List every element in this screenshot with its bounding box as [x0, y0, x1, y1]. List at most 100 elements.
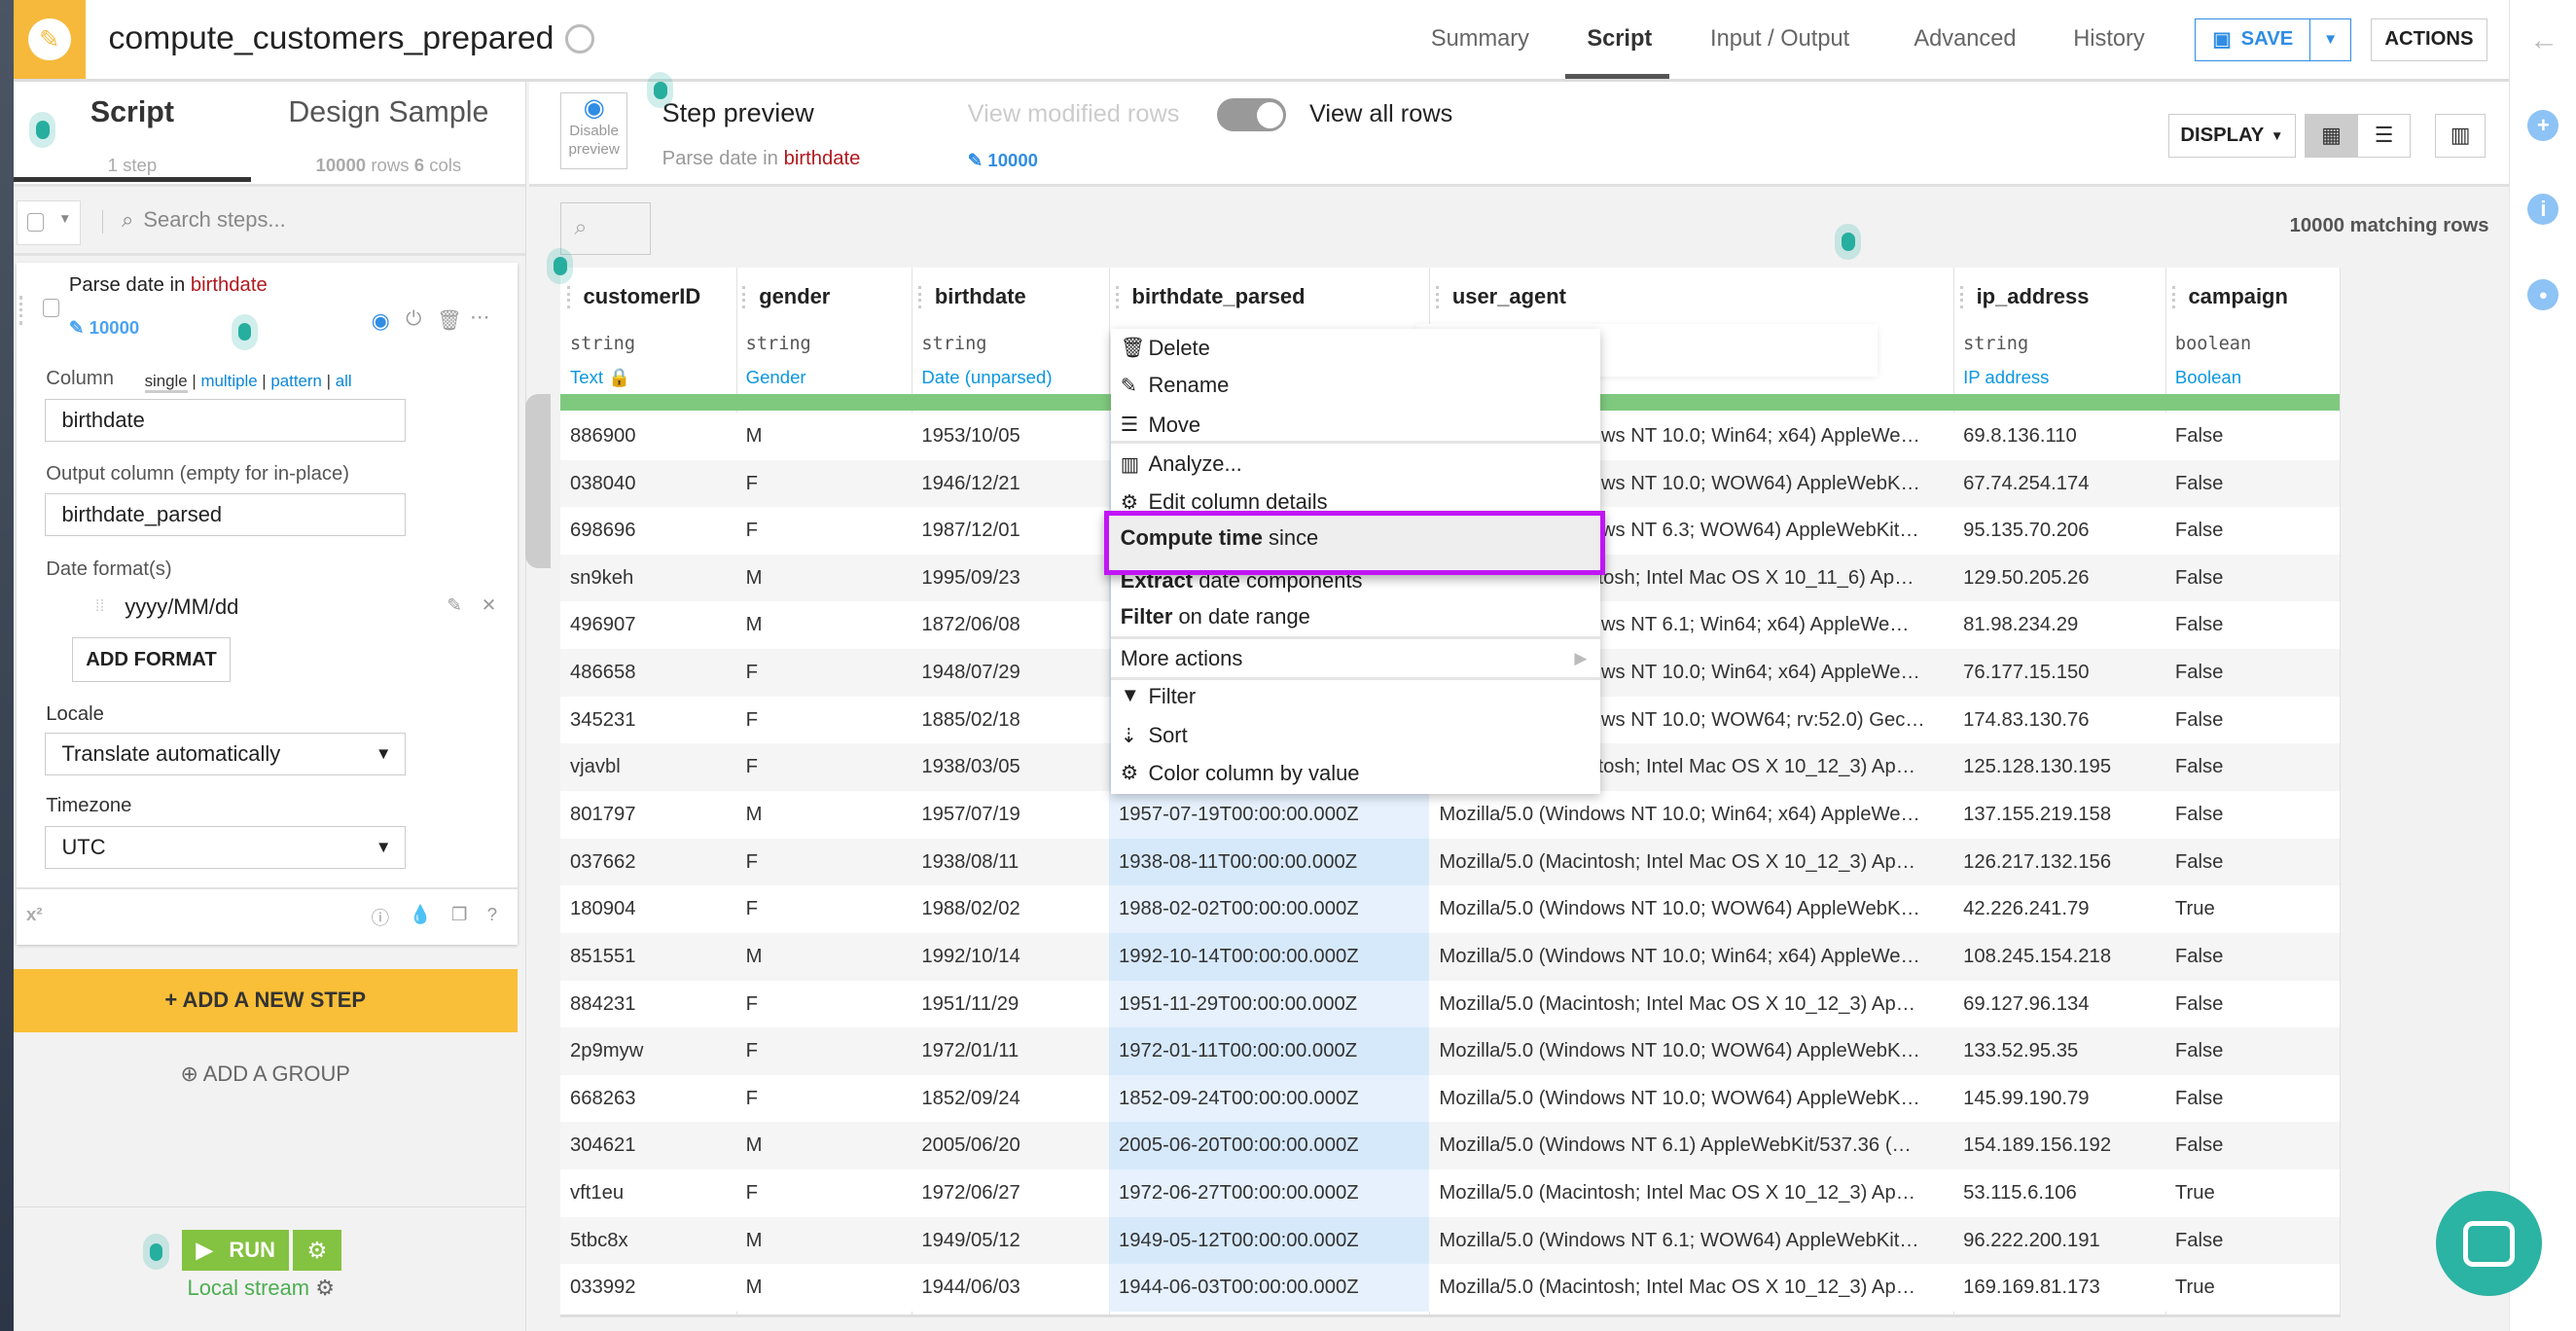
menu-item[interactable]: ✎ Rename	[1121, 373, 1230, 398]
drop-icon[interactable]: 💧	[409, 904, 431, 930]
tab-input-output[interactable]: Input / Output	[1710, 26, 1849, 53]
table-cell[interactable]: False	[2165, 412, 2340, 460]
select-all-checkbox[interactable]: ▼	[16, 200, 82, 245]
table-cell[interactable]: Mozilla/5.0 (Macintosh; Intel Mac OS X 1…	[1429, 838, 1953, 886]
table-cell[interactable]: F	[735, 980, 912, 1028]
table-cell[interactable]: 129.50.205.26	[1952, 554, 2165, 602]
table-cell[interactable]: 133.52.95.35	[1952, 1027, 2165, 1076]
table-cell[interactable]: M	[735, 412, 912, 460]
table-cell[interactable]: 1944-06-03T00:00:00.000Z	[1108, 1264, 1430, 1313]
mode-single[interactable]: single	[144, 371, 188, 393]
menu-item[interactable]: ⚙ Color column by value	[1121, 761, 1360, 786]
table-cell[interactable]: 698696	[559, 507, 736, 556]
table-cell[interactable]: 180904	[559, 885, 736, 934]
table-cell[interactable]: M	[735, 932, 912, 981]
table-cell[interactable]: False	[2165, 1216, 2340, 1265]
menu-item[interactable]: ▥ Analyze...	[1121, 451, 1242, 477]
table-cell[interactable]: 1852-09-24T00:00:00.000Z	[1108, 1074, 1430, 1123]
table-cell[interactable]: 137.155.219.158	[1952, 790, 2165, 839]
table-cell[interactable]: 1872/06/08	[912, 601, 1109, 650]
table-cell[interactable]: F	[735, 649, 912, 698]
info-icon[interactable]: ⓘ	[372, 904, 390, 930]
column-gender[interactable]: gender string Gender MFFMMFFFMFFMFFFMFMM	[735, 268, 913, 1315]
table-cell[interactable]: vft1eu	[559, 1169, 736, 1218]
add-format-button[interactable]: ADD FORMAT	[72, 637, 231, 683]
table-cell[interactable]: 154.189.156.192	[1952, 1122, 2165, 1170]
drag-handle[interactable]	[19, 295, 27, 326]
menu-item[interactable]: More actions ▶	[1121, 646, 1588, 671]
table-cell[interactable]: Mozilla/5.0 (Macintosh; Intel Mac OS X 1…	[1429, 1169, 1953, 1218]
engine-link[interactable]: Local stream ⚙	[188, 1276, 335, 1301]
table-cell[interactable]: 496907	[559, 601, 736, 650]
column-storage-type[interactable]: boolean	[2175, 334, 2251, 354]
menu-item[interactable]: 🗑 Delete	[1121, 336, 1210, 361]
step-card[interactable]: Parse date in birthdate ✎ 10000 ◉ ⏻ 🗑 ⋯ …	[16, 263, 518, 946]
table-cell[interactable]: 69.127.96.134	[1952, 980, 2165, 1028]
table-view-button[interactable]: ▦	[2305, 113, 2358, 159]
table-cell[interactable]: 033992	[559, 1264, 736, 1313]
column-header-name[interactable]: customerID	[584, 284, 701, 309]
table-cell[interactable]: sn9keh	[559, 554, 736, 602]
table-cell[interactable]: Mozilla/5.0 (Windows NT 10.0; WOW64) App…	[1429, 1027, 1953, 1076]
plus-circle-icon[interactable]: +	[2527, 110, 2559, 142]
table-cell[interactable]: 1951/11/29	[912, 980, 1109, 1028]
tab-summary[interactable]: Summary	[1431, 26, 1529, 53]
column-ip_address[interactable]: ip_address string IP address 69.8.136.11…	[1952, 268, 2166, 1315]
column-meaning[interactable]: Boolean	[2175, 367, 2241, 388]
table-cell[interactable]: 1949-05-12T00:00:00.000Z	[1108, 1216, 1430, 1265]
panel-resize-handle[interactable]	[525, 394, 551, 569]
chart-view-button[interactable]: ▥	[2434, 113, 2487, 159]
compass-icon[interactable]	[564, 24, 594, 54]
tab-advanced[interactable]: Advanced	[1914, 26, 2016, 53]
run-button[interactable]: ▶ RUN	[182, 1230, 290, 1272]
power-icon[interactable]: ⏻	[406, 308, 421, 331]
tab-script[interactable]: Script	[1587, 26, 1652, 53]
table-cell[interactable]: Mozilla/5.0 (Windows NT 10.0; Win64; x64…	[1429, 790, 1953, 839]
table-cell[interactable]: 67.74.254.174	[1952, 459, 2165, 508]
table-cell[interactable]: 1987/12/01	[912, 507, 1109, 556]
add-group-button[interactable]: ⊕ ADD A GROUP	[14, 1061, 518, 1087]
menu-item[interactable]: Filter on date range	[1121, 604, 1310, 630]
table-cell[interactable]: 1972-01-11T00:00:00.000Z	[1108, 1027, 1430, 1076]
column-birthdate[interactable]: birthdate string Date (unparsed) 1953/10…	[912, 268, 1110, 1315]
table-cell[interactable]: False	[2165, 554, 2340, 602]
table-cell[interactable]: 2005-06-20T00:00:00.000Z	[1108, 1122, 1430, 1170]
add-step-button[interactable]: + ADD A NEW STEP	[13, 969, 518, 1032]
table-cell[interactable]: False	[2165, 507, 2340, 556]
view-all-rows-label[interactable]: View all rows	[1309, 100, 1452, 128]
column-storage-type[interactable]: string	[570, 334, 635, 354]
view-modified-rows-label[interactable]: View modified rows	[968, 100, 1180, 128]
table-cell[interactable]: F	[735, 1027, 912, 1076]
table-cell[interactable]: F	[735, 743, 912, 792]
table-cell[interactable]: Mozilla/5.0 (Windows NT 10.0; WOW64) App…	[1429, 885, 1953, 934]
table-cell[interactable]: 1938-08-11T00:00:00.000Z	[1108, 838, 1430, 886]
table-cell[interactable]: 668263	[559, 1074, 736, 1123]
more-icon[interactable]: ⋯	[470, 306, 489, 330]
table-cell[interactable]: F	[735, 1169, 912, 1218]
table-cell[interactable]: 1938/08/11	[912, 838, 1109, 886]
table-cell[interactable]: 126.217.132.156	[1952, 838, 2165, 886]
table-cell[interactable]: False	[2165, 1122, 2340, 1170]
eye-icon[interactable]: ◉	[372, 308, 390, 334]
intercom-chat-button[interactable]	[2436, 1191, 2542, 1297]
table-cell[interactable]: 174.83.130.76	[1952, 696, 2165, 744]
table-cell[interactable]: Mozilla/5.0 (Windows NT 6.1) AppleWebKit…	[1429, 1122, 1953, 1170]
mode-multiple[interactable]: multiple	[200, 372, 257, 390]
locale-select[interactable]: Translate automatically ▼	[44, 733, 407, 776]
table-cell[interactable]: 1988/02/02	[912, 885, 1109, 934]
column-meaning[interactable]: IP address	[1963, 367, 2049, 388]
table-cell[interactable]: 1852/09/24	[912, 1074, 1109, 1123]
tab-history[interactable]: History	[2073, 26, 2145, 53]
table-cell[interactable]: 76.177.15.150	[1952, 649, 2165, 698]
column-meaning[interactable]: Text 🔒	[570, 367, 630, 388]
table-cell[interactable]: 1995/09/23	[912, 554, 1109, 602]
table-cell[interactable]: 1972/01/11	[912, 1027, 1109, 1076]
table-cell[interactable]: 69.8.136.110	[1952, 412, 2165, 460]
disable-preview-button[interactable]: ◉ Disable preview	[559, 91, 628, 170]
actions-button[interactable]: ACTIONS	[2370, 18, 2488, 61]
drag-handle[interactable]	[1959, 285, 1968, 309]
save-dropdown-button[interactable]: ▼	[2309, 18, 2350, 60]
column-header-name[interactable]: ip_address	[1977, 284, 2090, 309]
remove-format-icon[interactable]: ✕	[482, 594, 497, 616]
table-cell[interactable]: 1957/07/19	[912, 790, 1109, 839]
